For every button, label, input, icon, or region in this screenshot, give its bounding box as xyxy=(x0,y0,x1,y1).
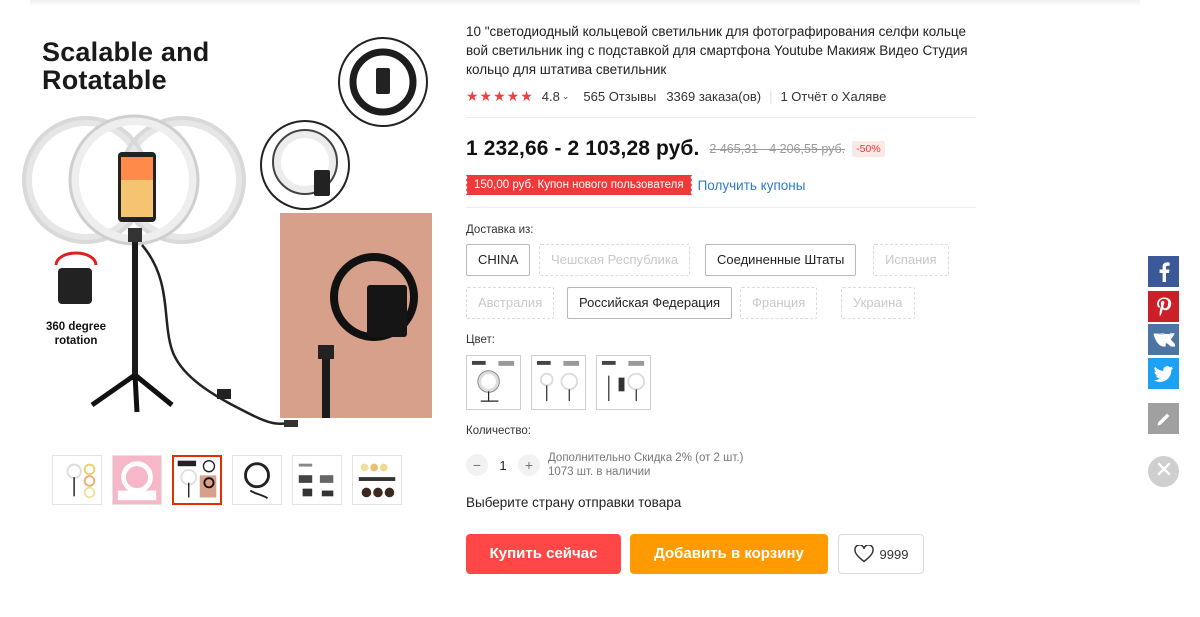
thumbnail-4[interactable] xyxy=(232,455,282,505)
wishlist-button[interactable]: 9999 xyxy=(838,534,924,574)
quantity-notes: Дополнительно Скидка 2% (от 2 шт.) 1073 … xyxy=(548,451,743,479)
vk-share-button[interactable] xyxy=(1148,324,1179,355)
facebook-share-button[interactable] xyxy=(1148,256,1179,287)
heart-icon xyxy=(853,545,874,563)
image-title-text: Scalable and Rotatable xyxy=(42,37,210,95)
pinterest-share-button[interactable] xyxy=(1148,291,1179,322)
old-price: 2 465,31 - 4 206,55 руб. xyxy=(709,142,846,156)
color-options xyxy=(466,355,651,410)
thumbnail-5[interactable] xyxy=(292,455,342,505)
facebook-icon xyxy=(1157,261,1171,282)
coupon-row: 150,00 руб. Купон нового пользователя По… xyxy=(465,175,806,195)
pinterest-icon xyxy=(1156,297,1172,317)
bulk-discount-note: Дополнительно Скидка 2% (от 2 шт.) xyxy=(548,452,744,464)
ship-option-ukraine[interactable]: Украина xyxy=(841,287,915,319)
ship-option-china[interactable]: CHINA xyxy=(466,244,531,276)
color-option-1[interactable] xyxy=(466,355,521,410)
twitter-share-button[interactable] xyxy=(1148,358,1179,389)
twitter-icon xyxy=(1153,365,1174,382)
thumbnail-2[interactable] xyxy=(112,455,162,505)
divider xyxy=(466,117,976,118)
ship-option-russia[interactable]: Российская Федерация xyxy=(567,287,733,319)
ship-option-australia[interactable]: Австралия xyxy=(466,287,555,319)
divider: | xyxy=(769,88,773,104)
edit-button[interactable] xyxy=(1148,403,1179,434)
buy-now-button[interactable]: Купить сейчас xyxy=(466,534,621,574)
shipping-label: Доставка из: xyxy=(466,224,534,236)
quantity-plus-button[interactable]: + xyxy=(518,454,540,476)
rating-stars: ★★★★★ xyxy=(466,87,534,104)
ship-option-france[interactable]: Франция xyxy=(740,287,818,319)
thumbnail-strip xyxy=(52,455,402,505)
discount-badge: -50% xyxy=(852,141,885,157)
vk-icon xyxy=(1152,332,1175,347)
quantity-minus-button[interactable]: − xyxy=(466,454,488,476)
quantity-value[interactable]: 1 xyxy=(488,458,518,473)
divider xyxy=(466,207,976,208)
pencil-icon xyxy=(1156,411,1172,427)
product-info: 10 "светодиодный кольцевой светильник дл… xyxy=(466,22,978,105)
freebie-report-link[interactable]: 1 Отчёт о Халяве xyxy=(780,89,886,104)
current-price: 1 232,66 - 2 103,28 руб. xyxy=(466,137,700,160)
product-title: 10 "светодиодный кольцевой светильник дл… xyxy=(466,24,968,77)
orders-count: 3369 заказа(ов) xyxy=(666,88,762,104)
add-to-cart-button[interactable]: Добавить в корзину xyxy=(630,534,828,574)
close-icon xyxy=(1157,462,1171,481)
rating-value[interactable]: 4.8 xyxy=(542,89,560,104)
wishlist-count: 9999 xyxy=(879,546,909,562)
main-product-image[interactable]: Scalable and Rotatable 360 degree rotati… xyxy=(22,20,442,440)
thumbnail-3[interactable] xyxy=(172,455,222,505)
coupon-badge: 150,00 руб. Купон нового пользователя xyxy=(465,175,692,195)
quantity-label: Количество: xyxy=(466,425,531,437)
close-share-button[interactable] xyxy=(1148,456,1179,487)
image-rotation-caption: 360 degree rotation xyxy=(45,321,107,347)
ship-option-czech[interactable]: Чешская Республика xyxy=(539,244,691,276)
top-shadow xyxy=(30,0,1140,6)
color-option-3[interactable] xyxy=(596,355,651,410)
reviews-count[interactable]: 565 Отзывы xyxy=(583,89,656,104)
rating-row: ★★★★★ 4.8 ⌄ 565 Отзывы 3369 заказа(ов) |… xyxy=(466,87,978,105)
thumbnail-6[interactable] xyxy=(352,455,402,505)
ship-country-prompt: Выберите страну отправки товара xyxy=(466,495,682,510)
ship-option-spain[interactable]: Испания xyxy=(873,244,949,276)
price-row: 1 232,66 - 2 103,28 руб. 2 465,31 - 4 20… xyxy=(466,137,885,161)
ship-option-usa[interactable]: Соединенные Штаты xyxy=(705,244,857,276)
color-label: Цвет: xyxy=(466,334,495,346)
thumbnail-1[interactable] xyxy=(52,455,102,505)
stock-note: 1073 шт. в наличии xyxy=(548,466,651,478)
quantity-stepper: − 1 + Дополнительно Скидка 2% (от 2 шт.)… xyxy=(466,451,743,479)
chevron-down-icon[interactable]: ⌄ xyxy=(562,91,570,102)
get-coupons-link[interactable]: Получить купоны xyxy=(698,178,806,193)
color-option-2[interactable] xyxy=(531,355,586,410)
